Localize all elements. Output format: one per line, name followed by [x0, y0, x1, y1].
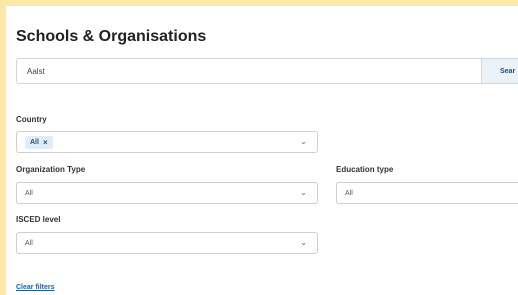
education-type-select[interactable]: All — [336, 182, 518, 204]
country-label: Country — [16, 115, 47, 124]
country-chip-label: All — [30, 138, 39, 146]
education-type-label: Education type — [336, 165, 394, 174]
chevron-down-icon: ⌄ — [300, 188, 307, 197]
search-panel: Schools & Organisations Sear Country All… — [0, 0, 518, 295]
country-select[interactable]: All × ⌄ — [16, 131, 318, 153]
clear-filters-link[interactable]: Clear filters — [16, 284, 55, 291]
chevron-down-icon: ⌄ — [300, 238, 307, 247]
search-input[interactable] — [17, 59, 481, 83]
organization-type-value: All — [25, 189, 33, 197]
page-title: Schools & Organisations — [16, 28, 207, 45]
isced-level-select[interactable]: All ⌄ — [16, 232, 318, 254]
search-bar: Sear — [16, 58, 518, 84]
chevron-down-icon: ⌄ — [300, 137, 307, 146]
isced-level-label: ISCED level — [16, 215, 61, 224]
search-button[interactable]: Sear — [481, 59, 518, 83]
organization-type-label: Organization Type — [16, 165, 86, 174]
isced-level-value: All — [25, 239, 33, 247]
education-type-value: All — [345, 189, 353, 197]
country-chip[interactable]: All × — [25, 135, 53, 149]
organization-type-select[interactable]: All ⌄ — [16, 182, 318, 204]
close-icon[interactable]: × — [43, 138, 48, 147]
